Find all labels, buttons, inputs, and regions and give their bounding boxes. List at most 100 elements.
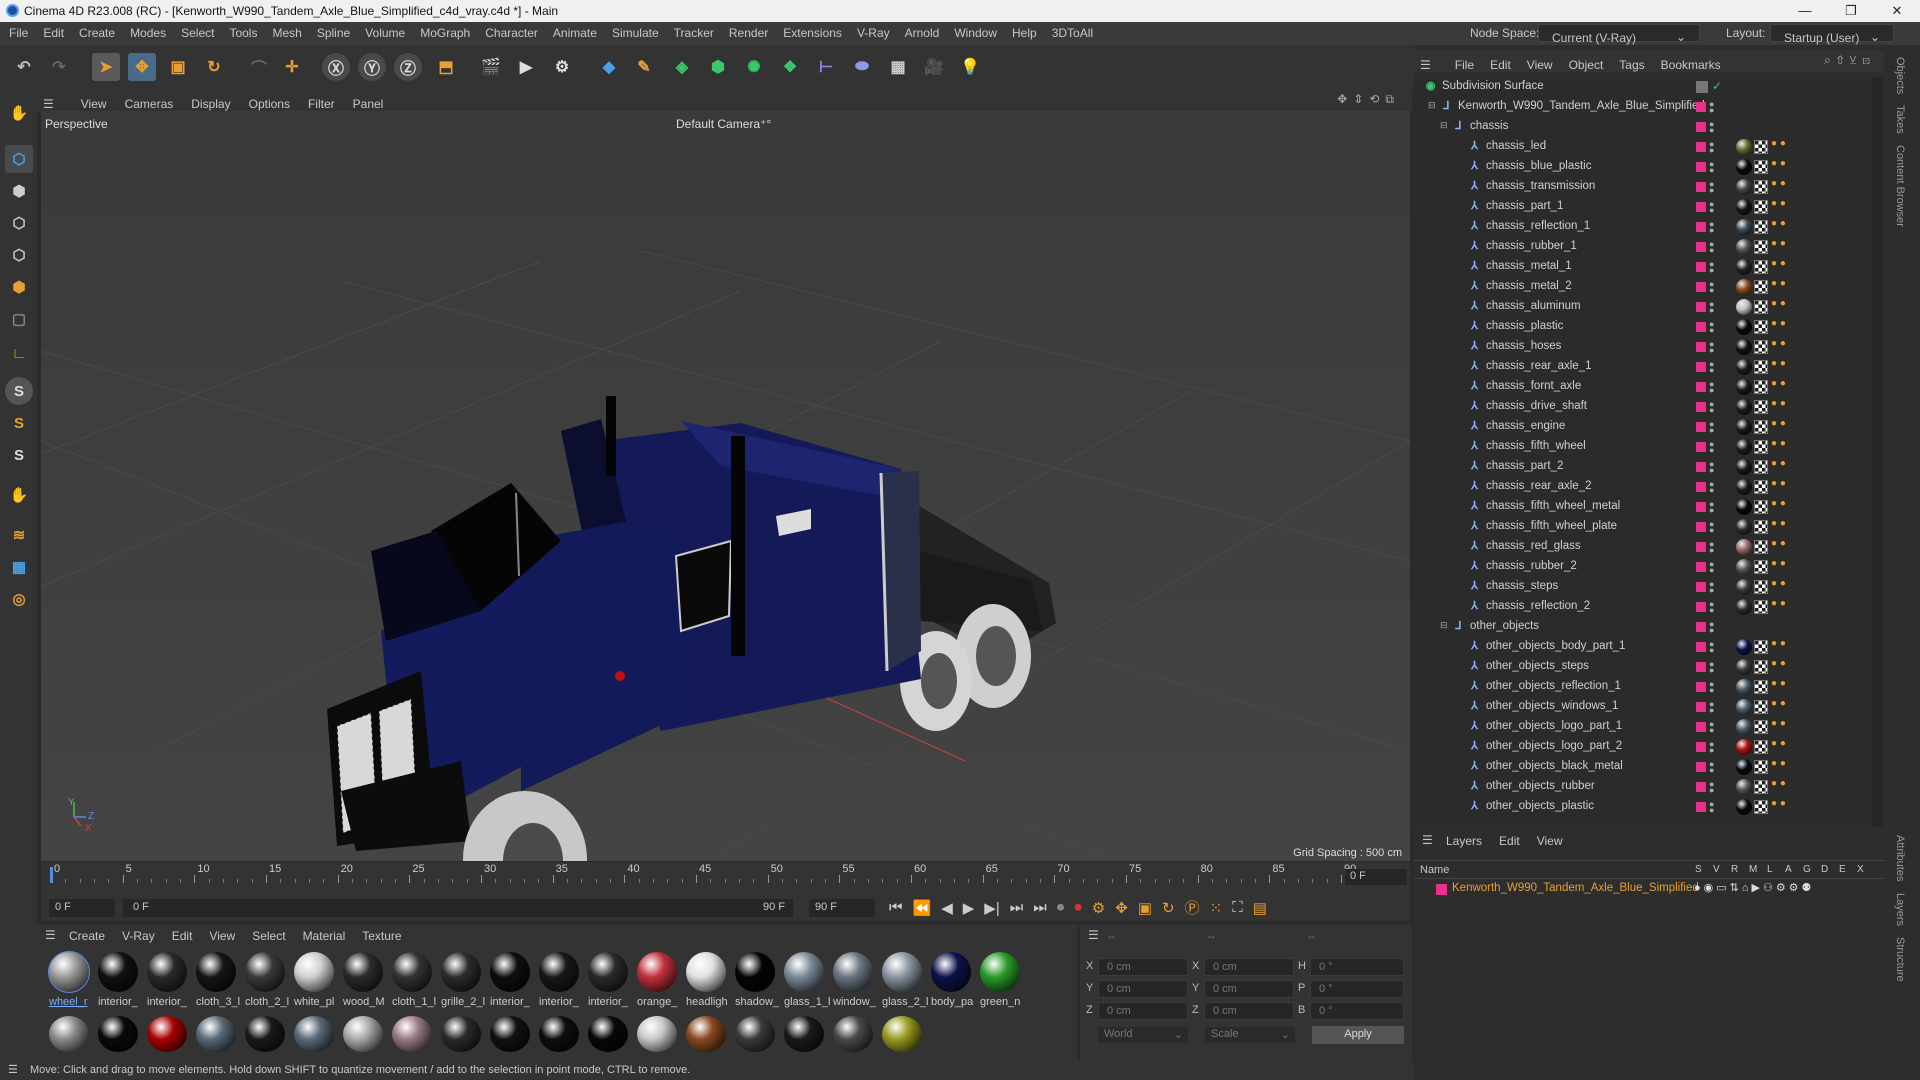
layer-tag-icon[interactable] <box>1696 542 1706 552</box>
texture-tag-icon[interactable] <box>1754 680 1768 694</box>
visibility-dots-icon[interactable]: ● ● <box>1709 200 1714 215</box>
layer-tag-icon[interactable] <box>1696 682 1706 692</box>
tab-objects[interactable]: Objects <box>1894 57 1906 94</box>
coord-rotation-field[interactable]: 0 ° <box>1310 980 1404 998</box>
select-tool-icon[interactable]: ➤ <box>92 53 120 81</box>
object-row-mesh[interactable]: ⅄ chassis_engine ● ● ● ● <box>1414 417 1884 437</box>
material-ball[interactable] <box>343 1016 383 1052</box>
floor-icon[interactable]: ▦ <box>884 53 912 81</box>
texture-tag-icon[interactable] <box>1754 700 1768 714</box>
material-ball[interactable] <box>931 952 971 992</box>
menu-volume[interactable]: Volume <box>358 22 413 45</box>
material-name[interactable]: glass_2_l <box>882 996 928 1008</box>
material-name[interactable]: wood_M <box>343 996 389 1008</box>
vray-tag-icon[interactable]: ● ● <box>1771 639 1786 649</box>
material-ball[interactable] <box>539 1016 579 1052</box>
menu-simulate[interactable]: Simulate <box>605 22 667 45</box>
material-ball[interactable] <box>539 952 579 992</box>
layer-col-r[interactable]: R <box>1731 864 1749 875</box>
visibility-dots-icon[interactable]: ● ● <box>1709 300 1714 315</box>
extrude-icon[interactable]: ⬢ <box>704 53 732 81</box>
object-row-root[interactable]: ◉ Subdivision Surface ✓ <box>1414 77 1884 97</box>
visibility-dots-icon[interactable]: ● ● <box>1709 700 1714 715</box>
goto-start-icon[interactable]: ⏮ <box>889 899 903 916</box>
viewport-3d[interactable]: Perspective Default Camera⁺° Y Z X Grid … <box>41 111 1410 861</box>
object-row-mesh[interactable]: ⅄ other_objects_windows_1 ● ● ● ● <box>1414 697 1884 717</box>
edges-mode-icon[interactable]: ⬡ <box>5 241 33 269</box>
move-tool-icon[interactable]: ✥ <box>128 53 156 81</box>
material-ball[interactable] <box>637 1016 677 1052</box>
next-frame-icon[interactable]: ▶| <box>984 899 999 917</box>
workplane-icon[interactable]: ≋ <box>5 521 33 549</box>
expand-icon[interactable]: ⊟ <box>1440 120 1448 131</box>
material-tag-icon[interactable] <box>1736 179 1752 195</box>
material-ball[interactable] <box>392 952 432 992</box>
material-name[interactable]: glass_1_l <box>784 996 830 1008</box>
visibility-dots-icon[interactable]: ● ● <box>1709 240 1714 255</box>
objects-menu-object[interactable]: Object <box>1561 54 1612 72</box>
vray-tag-icon[interactable]: ● ● <box>1771 699 1786 709</box>
layer-tag-icon[interactable] <box>1696 202 1706 212</box>
visibility-dots-icon[interactable]: ● ● <box>1709 720 1714 735</box>
material-ball[interactable] <box>343 952 383 992</box>
material-name[interactable]: interior_ <box>147 996 193 1008</box>
object-row-mesh[interactable]: ⅄ chassis_steps ● ● ● ● <box>1414 577 1884 597</box>
undo-icon[interactable]: ↶ <box>10 53 38 81</box>
object-row-mesh[interactable]: ⅄ chassis_rubber_1 ● ● ● ● <box>1414 237 1884 257</box>
visibility-dots-icon[interactable]: ● ● <box>1709 360 1714 375</box>
material-tag-icon[interactable] <box>1736 659 1752 675</box>
vray-tag-icon[interactable]: ● ● <box>1771 659 1786 669</box>
texture-tag-icon[interactable] <box>1754 380 1768 394</box>
material-ball[interactable] <box>294 1016 334 1052</box>
menu-v-ray[interactable]: V-Ray <box>850 22 898 45</box>
menu-file[interactable]: File <box>2 22 36 45</box>
object-row-mesh[interactable]: ⅄ chassis_blue_plastic ● ● ● ● <box>1414 157 1884 177</box>
material-tag-icon[interactable] <box>1736 679 1752 695</box>
material-ball[interactable] <box>637 952 677 992</box>
hamburger-icon[interactable]: ☰ <box>37 93 63 111</box>
next-key-icon[interactable]: ⏭ <box>1010 899 1024 916</box>
material-tag-icon[interactable] <box>1736 259 1752 275</box>
material-tag-icon[interactable] <box>1736 599 1752 615</box>
texture-tag-icon[interactable] <box>1754 420 1768 434</box>
vray-tag-icon[interactable]: ● ● <box>1771 579 1786 589</box>
material-ball[interactable] <box>588 952 628 992</box>
layout-dropdown[interactable]: Startup (User) ⌄ <box>1770 24 1894 45</box>
material-tag-icon[interactable] <box>1736 159 1752 175</box>
playhead[interactable] <box>50 867 53 883</box>
object-row-mesh[interactable]: ⅄ other_objects_black_metal ● ● ● ● <box>1414 757 1884 777</box>
vray-tag-icon[interactable]: ● ● <box>1771 179 1786 189</box>
visibility-dots-icon[interactable]: ● ● <box>1709 460 1714 475</box>
layer-tag-icon[interactable] <box>1696 402 1706 412</box>
texture-tag-icon[interactable] <box>1754 560 1768 574</box>
material-ball[interactable] <box>147 952 187 992</box>
polygons-mode-icon[interactable]: ⬢ <box>5 273 33 301</box>
menu-mesh[interactable]: Mesh <box>265 22 309 45</box>
material-ball[interactable] <box>882 952 922 992</box>
menu-arnold[interactable]: Arnold <box>898 22 948 45</box>
apply-button[interactable]: Apply <box>1312 1026 1404 1044</box>
prev-key-icon[interactable]: ⏪ <box>913 899 932 917</box>
menu-select[interactable]: Select <box>174 22 222 45</box>
minimize-button[interactable]: — <box>1782 0 1828 22</box>
material-ball[interactable] <box>833 952 873 992</box>
objects-menu-tags[interactable]: Tags <box>1611 54 1652 72</box>
play-icon[interactable]: ▶ <box>963 899 975 917</box>
menu-mograph[interactable]: MoGraph <box>413 22 478 45</box>
vray-tag-icon[interactable]: ● ● <box>1771 719 1786 729</box>
texture-tag-icon[interactable] <box>1754 760 1768 774</box>
material-tag-icon[interactable] <box>1736 699 1752 715</box>
texture-tag-icon[interactable] <box>1754 440 1768 454</box>
material-ball[interactable] <box>245 952 285 992</box>
visibility-dots-icon[interactable]: ● ● <box>1709 760 1714 775</box>
texture-tag-icon[interactable] <box>1754 200 1768 214</box>
viewport-nav-icons[interactable]: ✥⇕⟲⧉ <box>1337 92 1400 107</box>
material-ball[interactable] <box>294 952 334 992</box>
viewport-menu-view[interactable]: View <box>72 93 116 111</box>
key-param-icon[interactable]: Ⓟ <box>1185 897 1200 918</box>
layer-tag-icon[interactable] <box>1696 802 1706 812</box>
key-scale-icon[interactable]: ▣ <box>1138 899 1152 917</box>
vray-tag-icon[interactable]: ● ● <box>1771 239 1786 249</box>
material-name[interactable]: shadow_ <box>735 996 781 1008</box>
tab-takes[interactable]: Takes <box>1894 105 1906 134</box>
